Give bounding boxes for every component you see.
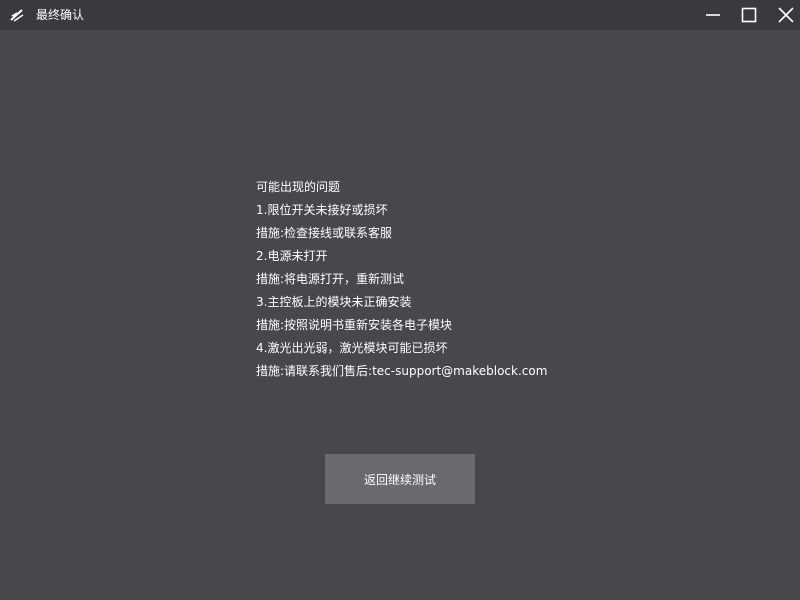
troubleshooting-message: 可能出现的问题 1.限位开关未接好或损坏 措施:检查接线或联系客服 2.电源未打… [256,176,736,383]
final-confirm-window: 最终确认 可能出现的问题 1.限位开关未接好或损坏 措施:检查接线或联系客服 2… [0,0,800,600]
minimize-button[interactable] [698,0,728,30]
message-heading: 可能出现的问题 [256,180,341,194]
maximize-icon [741,7,757,23]
return-continue-test-button[interactable]: 返回继续测试 [325,454,475,504]
window-title: 最终确认 [36,8,85,22]
problem-3: 3.主控板上的模块未正确安装 [256,295,412,309]
close-icon [778,7,794,23]
title-bar[interactable]: 最终确认 [0,0,800,30]
problem-2: 2.电源未打开 [256,249,328,263]
problem-1: 1.限位开关未接好或损坏 [256,203,388,217]
solution-3: 措施:按照说明书重新安装各电子模块 [256,318,453,332]
minimize-icon [705,7,721,23]
app-logo-icon [8,6,26,24]
solution-1: 措施:检查接线或联系客服 [256,226,393,240]
maximize-button[interactable] [734,0,764,30]
solution-2: 措施:将电源打开，重新测试 [256,272,405,286]
close-button[interactable] [771,0,800,30]
solution-4: 措施:请联系我们售后:tec-support@makeblock.com [256,364,548,378]
problem-4: 4.激光出光弱，激光模块可能已损坏 [256,341,448,355]
